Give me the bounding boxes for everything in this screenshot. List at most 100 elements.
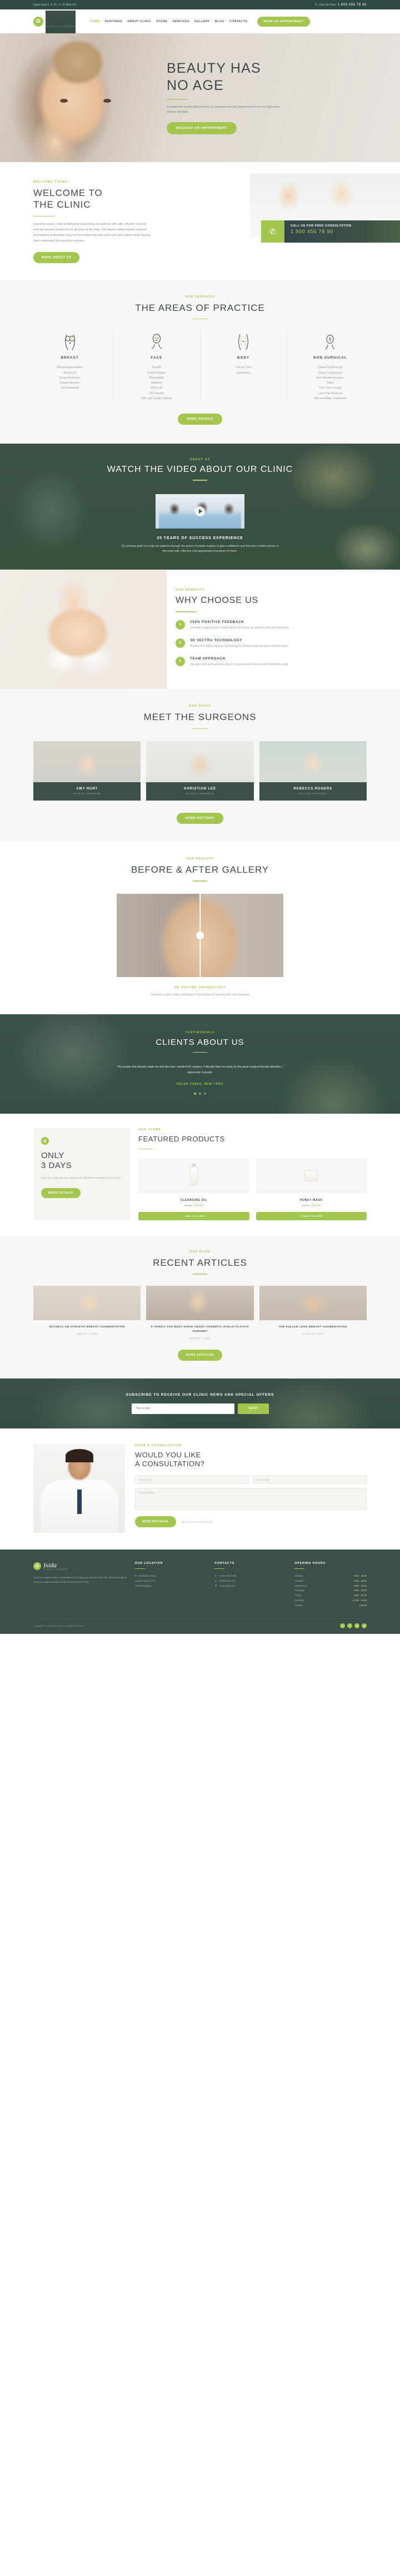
accent-divider [138,1148,153,1149]
comparison-slider-knob[interactable] [196,931,204,939]
welcome-section: WELCOME THERE! WELCOME TO THE CLINIC Cos… [0,162,400,280]
list-item: Breast Revision [60,381,80,385]
subscribe-send-button[interactable]: SEND [237,1403,269,1414]
facebook-icon[interactable]: f [340,1623,345,1628]
product-card[interactable]: HONEY MASK $40.00 $32.00 + ADD TO CART [256,1158,367,1220]
more-details-button[interactable]: MORE DETAILS [178,414,222,425]
hours-row: Monday 9:00 - 19:00 [294,1574,367,1578]
list-item: Breast Lift [63,371,76,375]
feature-number: 3. [176,656,185,666]
subscribe-email-input[interactable] [131,1403,234,1414]
why-eyebrow: OUR BENEFITS [176,588,205,592]
gallery-text: Cosmetic surgery team is dedicated to pr… [151,993,249,997]
promo-title-line2: 3 DAYS [41,1161,72,1171]
hours-row: Sunday Closed [294,1603,367,1607]
practice-card-list: Tummy Tuck Liposuction [206,365,282,376]
surgeon-card[interactable]: KHRISTIAN LEE PLASTIC SURGEON [146,741,254,801]
nav-item-gallery[interactable]: GALLERY [194,20,210,23]
practice-card-non-surgical[interactable]: NON SURGICAL Clatuu Fat Removal Clatuu C… [287,333,373,401]
play-icon[interactable] [195,506,205,516]
nav-item-features[interactable]: FEATURES [105,20,123,23]
product-current-price: $32.00 [311,1204,321,1208]
surgeons-eyebrow: OUR STAFF [189,705,211,708]
twitter-icon[interactable]: t [347,1623,352,1628]
send-message-button[interactable]: SEND MESSAGE [135,1516,176,1528]
pagination-dot[interactable] [204,1093,206,1095]
footer-logo[interactable]: ✿ Isida PLASTIC SURGERY [33,1562,127,1571]
surgeon-card[interactable]: REBECCA ROGERS PLASTIC SURGEON [259,741,367,801]
surgeon-role: PLASTIC SURGEON [186,792,214,796]
pagination-dot[interactable] [199,1093,201,1095]
more-articles-button[interactable]: MORE ARTICLES [177,1349,223,1361]
article-card[interactable]: NATURAL OR ATHLETIC BREAST AUGMENTATION … [33,1285,141,1340]
list-item: Brow Lift [151,386,162,390]
book-appointment-button[interactable]: BOOK AN APPOINTMENT [257,16,310,27]
body-icon [206,333,282,351]
nav-item-services[interactable]: SERVICES [173,20,189,23]
message-textarea[interactable]: Your Message [135,1488,367,1511]
feature-text: Top specialist and surgeons only for a g… [190,662,288,666]
site-header: ✿ Isida PLASTIC SURGERY HOME FEATURES AB… [0,1,400,42]
list-item: Clatuu Fat Removal [318,366,343,370]
accent-divider [134,1568,145,1569]
more-doctors-button[interactable]: MORE DOCTORS [177,813,223,824]
surgeon-card[interactable]: AMY HUNT PLASTIC SURGEON [33,741,141,801]
practice-card-body[interactable]: BODY Tummy Tuck Liposuction [201,333,287,402]
practice-card-face[interactable]: FACE Facelift Eyelid Surgery Rhinoplasty… [113,333,201,402]
why-feature-3: 3. TEAM APPROACH Top specialist and surg… [176,656,369,667]
accent-divider [167,99,188,100]
phone-icon: ✆ [315,3,318,7]
list-item[interactable]: ✉ info@isida.com [214,1579,287,1584]
article-date: AUGUST 7, 2016 [189,1336,211,1340]
top-phone[interactable]: ✆ Call Us Free 1 800 456 78 90 [315,3,367,7]
list-item[interactable]: ⌘ www.isida.com [214,1584,287,1589]
why-title: WHY CHOOSE US [176,596,259,606]
list-item[interactable]: ✆ 1 800 456 78 90 [214,1574,287,1579]
pinterest-icon[interactable]: p [362,1623,367,1628]
practice-card-breast[interactable]: BREAST Breast Augmentation Breast Lift B… [27,333,114,402]
list-item: Fillers [326,381,334,385]
list-item: United Kingdom [134,1584,152,1587]
article-card[interactable]: THE FULLER LOOK BREAST AUGMENTATION AUGU… [259,1285,367,1340]
article-title: THE FULLER LOOK BREAST AUGMENTATION [278,1325,347,1329]
footer-logo-name: Isida [43,1561,57,1569]
article-card[interactable]: 8 THINGS YOU MUST KNOW ABOUT COSMETIC EY… [146,1285,254,1340]
nav-item-home[interactable]: HOME [90,20,100,23]
featured-products-section: ✿ ONLY 3 DAYS Only for 3 days get your d… [0,1114,400,1236]
nav-item-contacts[interactable]: CONTACTS [229,20,247,23]
callback-note: WE'LL CALL YOU BACK [181,1520,213,1523]
promo-text: Only for 3 days get your discount on all… [41,1176,121,1180]
hours-row: Wednesday 9:00 - 19:00 [294,1584,367,1587]
recent-articles-section: OUR BLOG RECENT ARTICLES NATURAL OR ATHL… [0,1236,400,1378]
hours-row: Thursday 9:00 - 19:00 [294,1589,367,1592]
footer-location-column: OUR LOCATION ⚲ 20 Bedford Way London WC1H… [134,1562,207,1608]
before-after-image[interactable] [117,893,283,977]
practice-card-title: BODY [237,356,250,360]
add-to-cart-button[interactable]: + ADD TO CART [256,1212,367,1220]
promo-more-details-button[interactable]: MORE DETAILS [41,1188,81,1198]
before-after-gallery-section: OUR RESULTS BEFORE & AFTER GALLERY 3D VE… [0,842,400,1014]
product-card[interactable]: CLEANSING OIL $35.00 $29.00 + ADD TO CART [138,1158,249,1220]
subscribe-section: SUBSCRIBE TO RECEIVE OUR CLINIC NEWS AND… [0,1378,400,1428]
hero-model-photo [0,33,178,162]
google-plus-icon[interactable]: g [354,1623,359,1628]
name-field[interactable]: Your Name [135,1475,249,1485]
copyright: Copyright © 2016 Isida Theme. All Rights… [33,1624,85,1627]
nav-item-store[interactable]: STORE [156,20,167,23]
footer-hours-title: OPENING HOURS [294,1561,326,1565]
nav-item-blog[interactable]: BLOG [215,20,224,23]
video-thumbnail[interactable] [156,494,244,529]
more-about-us-button[interactable]: MORE ABOUT US [33,251,80,263]
footer-logo-subtitle: PLASTIC SURGERY [43,1568,69,1571]
email-field[interactable]: Your E-mail [253,1475,367,1485]
call-consultation-banner[interactable]: ✆ CALL US FOR FREE CONSULTATION 1 800 45… [261,220,400,243]
nav-item-about-clinic[interactable]: ABOUT CLINIC [127,20,151,23]
pagination-dot[interactable] [194,1093,196,1095]
list-item: Laser Hair Removal [318,391,343,395]
hero-request-appointment-button[interactable]: REQUEST AN APPOINTMENT [167,122,237,135]
article-date: AUGUST 7, 2016 [76,1332,98,1335]
areas-of-practice-section: OUR SERVICES THE AREAS OF PRACTICE BREAS… [0,279,400,444]
testimonials-title: CLIENTS ABOUT US [156,1037,244,1047]
add-to-cart-button[interactable]: + ADD TO CART [138,1212,249,1220]
list-item: Rhinoplasty [149,376,164,380]
